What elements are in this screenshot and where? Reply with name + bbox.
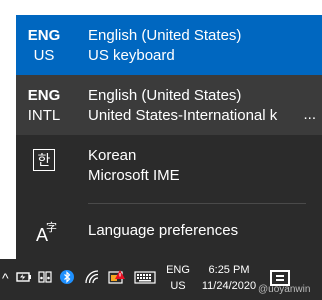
input-indicator-region: US	[170, 280, 186, 292]
language-region: US	[33, 47, 55, 64]
language-item-eng-us[interactable]: ENG US English (United States) US keyboa…	[16, 15, 322, 75]
preferences-text: Language preferences	[88, 222, 239, 239]
clock-date: 11/24/2020	[201, 280, 257, 292]
keyboard-layout: United States-International k	[88, 107, 278, 124]
speakers-icon[interactable]	[38, 269, 54, 290]
touch-keyboard-icon[interactable]	[134, 269, 156, 290]
bluetooth-icon[interactable]	[60, 269, 74, 290]
language-description: Korean Microsoft IME	[88, 146, 322, 186]
input-language-flyout: ENG US English (United States) US keyboa…	[16, 15, 322, 259]
input-indicator-abbr: ENG	[166, 264, 190, 276]
language-description: English (United States) US keyboard	[88, 26, 322, 66]
language-name: Korean	[88, 147, 137, 164]
language-name: English (United States)	[88, 27, 242, 44]
language-abbr: ENG	[27, 87, 61, 104]
clock-time: 6:25 PM	[208, 264, 250, 276]
keyboard-layout: Microsoft IME	[88, 167, 180, 184]
language-item-korean[interactable]: 한 Korean Microsoft IME	[16, 135, 322, 195]
language-description: English (United States) United States-In…	[88, 86, 304, 126]
language-name: English (United States)	[88, 87, 242, 104]
keyboard-layout: US keyboard	[88, 47, 175, 64]
language-preferences-link[interactable]: A 字 Language preferences	[16, 203, 322, 259]
language-abbr: ENG	[27, 27, 61, 44]
language-preferences-label: Language preferences	[88, 221, 322, 241]
language-preferences-icon: A 字	[36, 222, 57, 246]
clock-button[interactable]: 6:25 PM 11/24/2020	[198, 262, 260, 294]
input-indicator-button[interactable]: ENG US	[164, 262, 192, 294]
language-item-eng-intl[interactable]: ENG INTL English (United States) United …	[16, 75, 322, 135]
language-code: ENG INTL	[16, 86, 72, 126]
wifi-icon[interactable]	[84, 269, 100, 290]
korean-ime-icon: 한	[33, 149, 55, 171]
preferences-icon-glyph: 字	[46, 222, 57, 234]
truncation-ellipsis: ...	[303, 106, 316, 123]
battery-plugged-icon[interactable]	[16, 269, 32, 290]
language-region: INTL	[27, 107, 61, 124]
language-code: ENG US	[16, 26, 72, 66]
system-alert-icon[interactable]	[108, 269, 126, 290]
watermark-text: @uoyanwin	[258, 284, 311, 295]
show-hidden-icons-chevron-icon[interactable]: ^	[2, 268, 9, 288]
